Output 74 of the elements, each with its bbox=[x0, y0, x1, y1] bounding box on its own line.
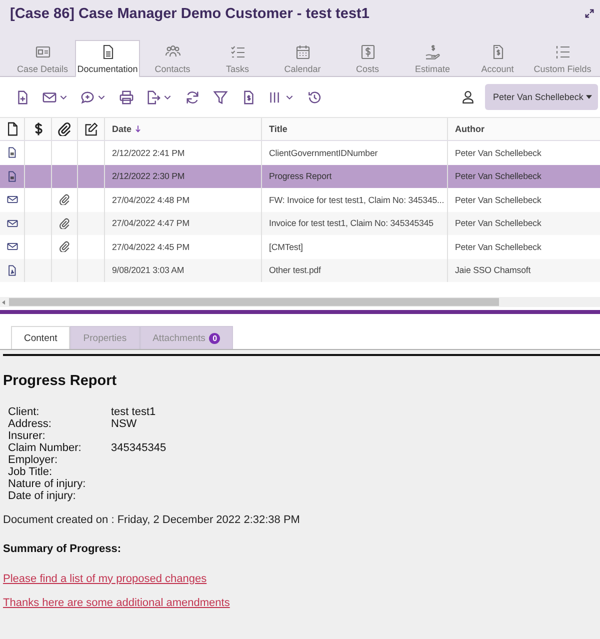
word-document-icon bbox=[6, 170, 18, 182]
table-cell-text: Peter Van Schellebeck bbox=[454, 240, 542, 254]
chevron-down-icon bbox=[60, 94, 67, 100]
sort-down-icon bbox=[134, 125, 141, 133]
horizontal-scrollbar[interactable] bbox=[0, 297, 600, 307]
chevron-down-icon bbox=[98, 94, 105, 100]
table-row[interactable]: 2/12/2022 2:30 PM Progress Report Peter Van Schellebeck bbox=[0, 164, 600, 188]
person-icon[interactable] bbox=[461, 90, 475, 104]
edit-icon bbox=[84, 122, 98, 136]
table-cell-text: Peter Van Schellebeck bbox=[454, 170, 542, 184]
id-card-icon bbox=[34, 44, 50, 60]
field-label: Client: bbox=[8, 406, 40, 418]
created-text: Document created on : Friday, 2 December 2022 2:32:38 PM bbox=[3, 514, 300, 526]
table-cell: 9/08/2021 3:03 AM bbox=[105, 258, 262, 282]
paperclip-icon bbox=[59, 194, 70, 206]
tab[interactable]: Costs bbox=[335, 40, 400, 76]
table-cell: Other test.pdf bbox=[262, 258, 448, 282]
field-label: Insurer: bbox=[8, 430, 46, 442]
export-icon bbox=[146, 90, 161, 104]
field-label: Job Title: bbox=[8, 466, 54, 478]
expand-icon[interactable] bbox=[585, 9, 594, 18]
refresh-icon bbox=[184, 90, 200, 104]
table-cell-text: Jaie SSO Chamsoft bbox=[454, 264, 532, 278]
email-icon bbox=[6, 194, 18, 206]
hand-dollar-icon bbox=[424, 44, 440, 60]
column-header[interactable]: Date bbox=[105, 118, 262, 140]
field-value: test test1 bbox=[111, 406, 157, 418]
user-dropdown[interactable]: Peter Van Schellebeck bbox=[485, 84, 598, 110]
table-cell-text: Peter Van Schellebeck bbox=[454, 217, 542, 230]
table-cell-text: Peter Van Schellebeck bbox=[454, 194, 542, 207]
chevron-down-icon bbox=[164, 94, 171, 100]
word-document-icon bbox=[6, 147, 18, 158]
paperclip-icon bbox=[59, 241, 70, 252]
paperclip-icon bbox=[58, 122, 71, 136]
scrollbar-thumb[interactable] bbox=[9, 298, 499, 306]
document-link[interactable]: Thanks here are some additional amendments bbox=[3, 596, 230, 610]
section-heading: Summary of Progress: bbox=[3, 542, 121, 556]
add-comment-icon bbox=[80, 90, 95, 104]
tab[interactable]: Content bbox=[11, 326, 70, 349]
checklist-icon bbox=[230, 44, 246, 60]
tab[interactable]: Attachments 0 bbox=[140, 326, 234, 349]
filter-icon bbox=[212, 90, 228, 104]
chevron-down-icon bbox=[286, 94, 293, 100]
paperclip-icon bbox=[59, 218, 70, 229]
table-row[interactable]: 27/04/2022 4:47 PM Invoice for test test1, Claim No: 345345345 Peter Van Schellebeck bbox=[0, 212, 600, 235]
pdf-icon bbox=[6, 264, 18, 276]
window-title: [Case 86] Case Manager Demo Customer - test test1 bbox=[10, 6, 370, 22]
mail-icon bbox=[42, 90, 57, 104]
field-label: Employer: bbox=[8, 454, 59, 466]
field-label: Claim Number: bbox=[8, 442, 82, 454]
print-icon bbox=[118, 90, 134, 104]
scroll-left-icon[interactable] bbox=[2, 300, 5, 304]
table-row[interactable]: 9/08/2021 3:03 AM Other test.pdf Jaie SSO Chamsoft bbox=[0, 258, 600, 282]
table-cell-text: Peter Van Schellebeck bbox=[454, 146, 542, 160]
tab[interactable]: Case Details bbox=[10, 40, 75, 76]
email-icon bbox=[6, 241, 18, 252]
field-value: NSW bbox=[111, 418, 138, 430]
field-label: Date of injury: bbox=[8, 490, 77, 502]
email-icon bbox=[6, 218, 18, 229]
document-link[interactable]: Please find a list of my proposed changes bbox=[3, 572, 207, 586]
field-label: Nature of injury: bbox=[8, 478, 87, 490]
field-value: 345345345 bbox=[111, 442, 166, 454]
field-label: Address: bbox=[8, 418, 52, 430]
file-icon bbox=[6, 122, 18, 136]
count-badge: 0 bbox=[209, 332, 220, 344]
tab[interactable]: Documentation bbox=[75, 40, 140, 77]
history-icon bbox=[306, 90, 322, 104]
caret-icon bbox=[586, 95, 592, 99]
dollar-icon bbox=[360, 44, 376, 60]
document-heading: Progress Report bbox=[3, 372, 117, 390]
column-header[interactable]: Author bbox=[448, 118, 600, 140]
calendar-icon bbox=[294, 44, 310, 60]
column-header[interactable]: Title bbox=[262, 118, 448, 140]
list-icon bbox=[554, 44, 570, 60]
